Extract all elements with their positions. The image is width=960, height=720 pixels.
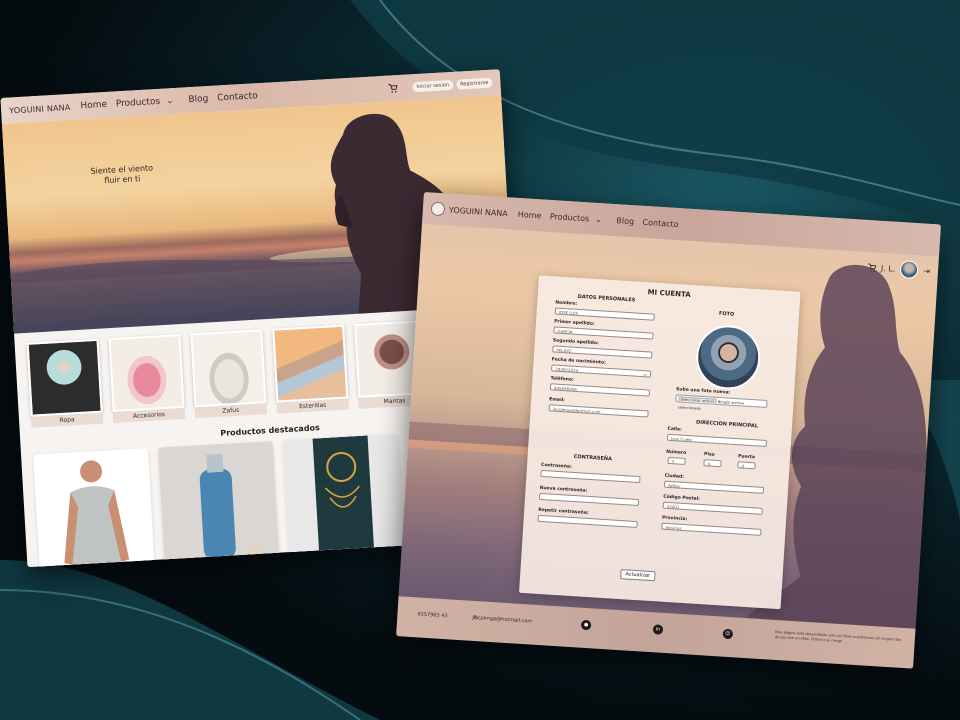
address-section-title: DIRECCION PRINCIPAL (695, 419, 759, 430)
nav-home[interactable]: Home (80, 100, 107, 112)
category-card-ropa[interactable]: Ropa (26, 338, 104, 428)
password-section-title: CONTRASEÑA (573, 453, 613, 463)
nav-contacto[interactable]: Contacto (217, 91, 258, 103)
category-card-zafus[interactable]: Zafus (190, 329, 268, 419)
piso-label: Piso (703, 452, 715, 458)
profile-photo (694, 323, 763, 392)
piso-field[interactable]: d (703, 459, 722, 468)
nav-productos-label: Productos (115, 96, 161, 110)
category-card-accesorios[interactable]: Accesorios (108, 334, 186, 424)
avatar[interactable] (899, 260, 919, 280)
file-select-button[interactable]: Seleccionar archivo (678, 396, 717, 405)
puerta-field[interactable]: d (737, 461, 756, 470)
email-label: Email: (549, 397, 566, 404)
category-image (190, 329, 267, 408)
calle-field[interactable]: Jose Cueto (666, 433, 768, 448)
provincia-label: Provincia: (661, 515, 688, 523)
ciudad-label: Ciudad: (664, 473, 685, 480)
product-image (157, 440, 280, 568)
password-current-label: Contraseña: (540, 462, 572, 470)
user-initials[interactable]: J. L. (881, 263, 896, 273)
cp-label: Código Postal: (663, 494, 701, 502)
footer-disclaimer: Esta página está desarrollada solo con f… (774, 629, 902, 644)
numero-field[interactable]: 3 (667, 456, 686, 465)
chevron-down-icon: ⌄ (165, 96, 174, 107)
product-card[interactable] (33, 448, 155, 568)
telefono-label: Teléfono: (550, 376, 574, 383)
apellido1-field[interactable]: GARCIA (553, 326, 654, 340)
password-current-field[interactable] (540, 469, 641, 484)
update-button[interactable]: Actualizar (620, 569, 656, 582)
nombre-field[interactable]: JOSE LUIS (554, 307, 655, 321)
product-card[interactable] (157, 440, 280, 568)
footer-email[interactable]: jlscplmga@hotmail.com (472, 615, 532, 625)
linkedin-icon[interactable]: in (652, 624, 664, 635)
category-card-esterillas[interactable]: Esterillas (272, 324, 349, 414)
password-new-field[interactable] (538, 492, 640, 507)
apellido2-field[interactable]: PELAYO (552, 345, 653, 359)
cp-field[interactable]: 33401 (662, 501, 763, 515)
cart-icon[interactable] (387, 83, 398, 94)
nombre-label: Nombre: (555, 300, 578, 307)
footer-phone[interactable]: 6557965 43 (417, 611, 448, 619)
email-field[interactable]: jlscplmga@hotmail.com (548, 404, 649, 418)
category-image (108, 334, 185, 413)
product-image (282, 433, 405, 561)
product-image (33, 448, 155, 568)
product-card[interactable] (282, 433, 405, 561)
foto-section-title: FOTO (718, 310, 735, 318)
login-button[interactable]: Iniciar sesion (412, 79, 454, 93)
brand-name[interactable]: YOGUINI NANA (9, 102, 71, 115)
calendar-icon[interactable]: ▭ (643, 371, 647, 377)
ciudad-field[interactable]: Aviles (663, 480, 765, 494)
nacimiento-field[interactable]: 28/05/2024 ▭ (550, 364, 652, 378)
discord-icon[interactable]: ☺ (722, 628, 734, 640)
telefono-field[interactable]: 645698956 (549, 383, 651, 397)
password-repeat-field[interactable] (537, 514, 638, 529)
category-image (26, 338, 103, 417)
nacimiento-value: 28/05/2024 (554, 366, 579, 374)
nav-blog[interactable]: Blog (188, 94, 208, 105)
puerta-label: Puerta (737, 454, 756, 461)
personal-section-title: DATOS PERSONALES (577, 293, 636, 304)
provincia-field[interactable]: Asturias (661, 522, 762, 536)
numero-label: Número (665, 449, 687, 456)
nav-productos[interactable]: Productos ⌄ (115, 96, 180, 110)
file-input[interactable]: Seleccionar archivo Ningún archivo selec… (675, 394, 768, 411)
account-form-card: MI CUENTA DATOS PERSONALES Nombre: JOSE … (519, 275, 801, 610)
logout-icon[interactable]: ⇥ (923, 266, 930, 275)
account-screenshot: YOGUINI NANA Home Productos ⌄ Blog Contac… (396, 192, 941, 669)
category-image (272, 324, 349, 403)
cart-icon[interactable] (867, 262, 877, 272)
calle-label: Calle: (667, 426, 682, 433)
user-bar: J. L. ⇥ (866, 258, 930, 280)
github-icon[interactable]: ● (580, 619, 592, 631)
register-button[interactable]: Registrarse (455, 77, 493, 90)
